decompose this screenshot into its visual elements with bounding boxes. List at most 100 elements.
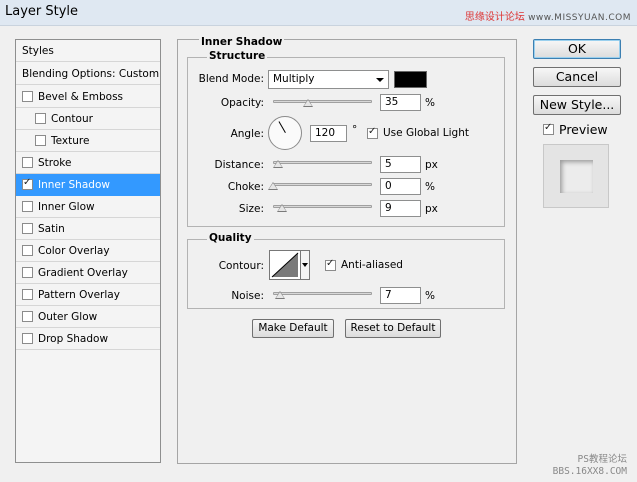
use-global-light[interactable]: Use Global Light	[367, 126, 469, 139]
watermark-bottom-line1: PS教程论坛	[577, 454, 627, 465]
anti-aliased-label: Anti-aliased	[341, 259, 403, 271]
distance-slider[interactable]	[273, 161, 372, 164]
choke-label: Choke:	[227, 181, 264, 193]
preview-label: Preview	[559, 122, 608, 137]
panel-title: Inner Shadow	[199, 36, 285, 48]
style-item-contour[interactable]: Contour	[16, 108, 160, 130]
blend-mode-label: Blend Mode:	[198, 73, 264, 85]
size-slider[interactable]	[273, 205, 372, 208]
inner-glow-checkbox[interactable]	[22, 201, 33, 212]
style-item-outer-glow[interactable]: Outer Glow	[16, 306, 160, 328]
style-item-label: Pattern Overlay	[38, 288, 120, 301]
style-item-label: Gradient Overlay	[38, 266, 128, 279]
watermark-top: 思缘设计论坛 www.MISSYUAN.COM	[465, 8, 631, 23]
contour-checkbox[interactable]	[35, 113, 46, 124]
blending-options-item[interactable]: Blending Options: Custom	[16, 63, 160, 85]
distance-unit: px	[425, 159, 438, 171]
shadow-color-swatch[interactable]	[394, 71, 427, 88]
style-item-label: Stroke	[38, 156, 72, 169]
inner-shadow-checkbox[interactable]	[22, 177, 33, 190]
angle-dial[interactable]	[268, 116, 302, 150]
watermark-bottom-line2: BBS.16XX8.COM	[552, 466, 627, 477]
style-item-label: Inner Glow	[38, 200, 95, 213]
outer-glow-checkbox[interactable]	[22, 311, 33, 322]
texture-checkbox[interactable]	[35, 135, 46, 146]
style-preview	[543, 144, 609, 208]
opacity-slider[interactable]	[273, 100, 372, 103]
noise-slider-thumb[interactable]	[275, 291, 285, 299]
contour-dropdown-button[interactable]	[300, 250, 310, 280]
style-item-label: Satin	[38, 222, 65, 235]
distance-label: Distance:	[214, 159, 264, 171]
angle-indicator-icon	[278, 121, 286, 133]
opacity-unit: %	[425, 97, 435, 109]
chevron-down-icon	[302, 263, 308, 267]
opacity-input[interactable]: 35	[380, 94, 421, 111]
contour-label: Contour:	[218, 260, 264, 272]
pattern-overlay-checkbox[interactable]	[22, 289, 33, 300]
anti-aliased[interactable]: Anti-aliased	[325, 258, 403, 271]
choke-slider[interactable]	[273, 183, 372, 186]
new-style-button[interactable]: New Style...	[533, 95, 621, 115]
angle-label: Angle:	[230, 128, 264, 140]
size-unit: px	[425, 203, 438, 215]
choke-slider-thumb[interactable]	[268, 182, 278, 190]
watermark-top-site: www.MISSYUAN.COM	[528, 13, 631, 23]
use-global-light-label: Use Global Light	[383, 127, 469, 139]
style-item-label: Outer Glow	[38, 310, 98, 323]
stroke-checkbox[interactable]	[22, 157, 33, 168]
watermark-top-cn: 思缘设计论坛	[464, 12, 525, 23]
style-item-color-overlay[interactable]: Color Overlay	[16, 240, 160, 262]
gradient-overlay-checkbox[interactable]	[22, 267, 33, 278]
noise-unit: %	[425, 290, 435, 302]
contour-curve-icon	[271, 252, 299, 278]
style-item-pattern-overlay[interactable]: Pattern Overlay	[16, 284, 160, 306]
blend-mode-value: Multiply	[273, 73, 315, 85]
window-title: Layer Style	[5, 4, 79, 19]
distance-input[interactable]: 5	[380, 156, 421, 173]
title-bar: Layer Style 思缘设计论坛 www.MISSYUAN.COM	[0, 0, 637, 26]
cancel-button[interactable]: Cancel	[533, 67, 621, 87]
bevel-emboss-checkbox[interactable]	[22, 91, 33, 102]
style-item-gradient-overlay[interactable]: Gradient Overlay	[16, 262, 160, 284]
preview-swatch	[560, 160, 593, 193]
noise-slider[interactable]	[273, 292, 372, 295]
distance-slider-thumb[interactable]	[273, 160, 283, 168]
opacity-label: Opacity:	[220, 97, 264, 109]
styles-list: Styles Blending Options: Custom Bevel & …	[15, 39, 161, 463]
color-overlay-checkbox[interactable]	[22, 245, 33, 256]
drop-shadow-checkbox[interactable]	[22, 333, 33, 344]
style-item-drop-shadow[interactable]: Drop Shadow	[16, 328, 160, 350]
style-item-inner-shadow[interactable]: Inner Shadow	[16, 174, 160, 196]
preview-checkbox[interactable]	[543, 122, 554, 135]
satin-checkbox[interactable]	[22, 223, 33, 234]
reset-to-default-button[interactable]: Reset to Default	[345, 319, 441, 338]
make-default-button[interactable]: Make Default	[252, 319, 334, 338]
style-item-inner-glow[interactable]: Inner Glow	[16, 196, 160, 218]
opacity-slider-thumb[interactable]	[302, 99, 313, 107]
size-slider-thumb[interactable]	[277, 204, 287, 212]
blend-mode-select[interactable]: Multiply	[268, 70, 389, 89]
noise-label: Noise:	[231, 290, 264, 302]
angle-input[interactable]: 120	[310, 125, 347, 142]
use-global-light-checkbox[interactable]	[367, 126, 378, 139]
choke-input[interactable]: 0	[380, 178, 421, 195]
style-item-stroke[interactable]: Stroke	[16, 152, 160, 174]
contour-picker[interactable]	[269, 250, 301, 280]
structure-title: Structure	[207, 50, 268, 62]
noise-input[interactable]: 7	[380, 287, 421, 304]
style-item-satin[interactable]: Satin	[16, 218, 160, 240]
style-item-label: Texture	[51, 134, 90, 147]
ok-button[interactable]: OK	[533, 39, 621, 59]
preview-toggle[interactable]: Preview	[543, 122, 608, 137]
style-item-bevel-emboss[interactable]: Bevel & Emboss	[16, 86, 160, 108]
style-item-texture[interactable]: Texture	[16, 130, 160, 152]
styles-header[interactable]: Styles	[16, 40, 160, 62]
watermark-bottom: PS教程论坛 BBS.16XX8.COM	[553, 454, 627, 478]
anti-aliased-checkbox[interactable]	[325, 258, 336, 271]
style-item-label: Color Overlay	[38, 244, 110, 257]
choke-unit: %	[425, 181, 435, 193]
style-item-label: Bevel & Emboss	[38, 90, 124, 103]
style-item-label: Drop Shadow	[38, 332, 109, 345]
size-input[interactable]: 9	[380, 200, 421, 217]
